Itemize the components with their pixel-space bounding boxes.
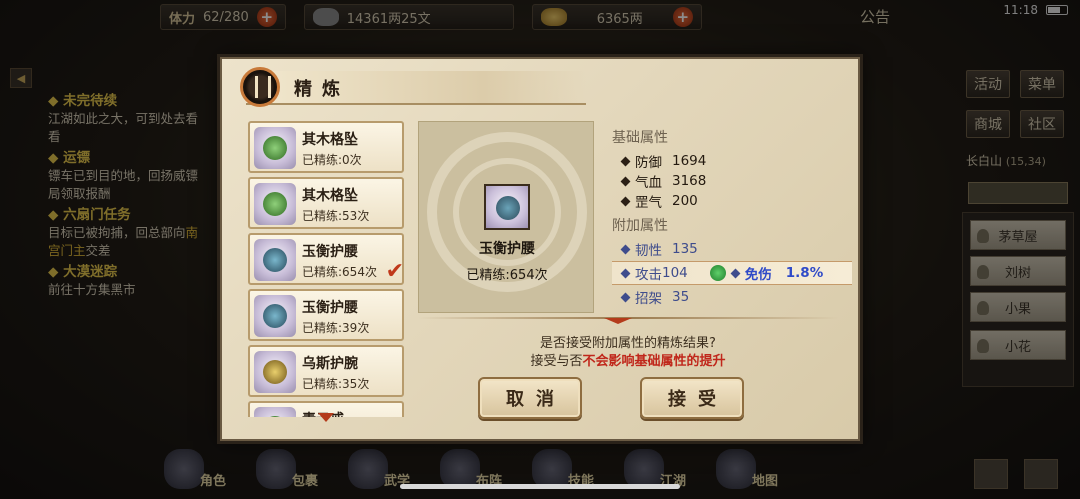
gem [263, 360, 287, 384]
accept-button[interactable]: 接受 [640, 377, 744, 419]
base-attr-row: 气血 3168 [620, 171, 852, 191]
belt-icon [254, 239, 296, 281]
checkmark-icon: ✔ [385, 259, 404, 284]
refine-emblem-icon [240, 67, 280, 107]
refine-result-row: 攻击 104 免伤 1.8% [612, 261, 852, 285]
bracer-icon [254, 351, 296, 393]
equipment-item[interactable]: 玉衡护腰 已精练:39次 [248, 289, 404, 341]
pendant-icon [254, 127, 296, 169]
confirm-prompt: 是否接受附加属性的精炼结果? 接受与否不会影响基础属性的提升 [530, 336, 726, 369]
gem [496, 196, 520, 220]
equipment-item-selected[interactable]: 玉衡护腰 已精练:654次 ✔ [248, 233, 404, 285]
dialog-title: 精炼 [294, 79, 350, 100]
gem [263, 136, 287, 160]
belt-icon [254, 295, 296, 337]
equipment-item[interactable]: 其木格坠 已精练:53次 [248, 177, 404, 229]
equipment-item[interactable]: 其木格坠 已精练:0次 [248, 121, 404, 173]
gem [263, 416, 287, 417]
base-attr-row: 罡气 200 [620, 191, 852, 211]
selected-belt-icon [484, 184, 530, 230]
attribute-panel: 基础属性 防御 1694 气血 3168 罡气 200 附加属性 韧性 135 攻击 10… [612, 127, 852, 307]
selected-item-refine-count: 已精练:654次 [466, 268, 548, 283]
extra-attr-row: 韧性 135 [620, 239, 852, 259]
divider-arrow-icon [604, 318, 632, 324]
base-attr-label: 基础属性 [612, 130, 668, 146]
base-attr-row: 防御 1694 [620, 151, 852, 171]
extra-attr-label: 附加属性 [612, 218, 668, 234]
selected-item-display: 玉衡护腰 已精练:654次 [418, 121, 594, 313]
ring-icon [254, 407, 296, 417]
cancel-button[interactable]: 取消 [478, 377, 582, 419]
new-attr-value: 1.8% [785, 265, 824, 281]
new-attr-name: 免伤 [744, 267, 772, 283]
pendant-icon [254, 183, 296, 225]
selected-item-name: 玉衡护腰 [479, 241, 535, 257]
swap-arrow-icon [709, 265, 726, 281]
gem [263, 304, 287, 328]
scroll-down-arrow-icon[interactable] [318, 413, 334, 422]
gem [263, 248, 287, 272]
home-indicator[interactable] [400, 484, 680, 489]
refine-dialog: 精炼 其木格坠 已精练:0次 其木格坠 已精练:53次 玉衡护腰 已精练:654… [220, 57, 860, 441]
equipment-item[interactable]: 乌斯护腕 已精练:35次 [248, 345, 404, 397]
gem [263, 192, 287, 216]
dialog-header: 精炼 [240, 67, 586, 107]
extra-attr-row: 招架 35 [620, 287, 852, 307]
equipment-list[interactable]: 其木格坠 已精练:0次 其木格坠 已精练:53次 玉衡护腰 已精练:654次 ✔… [246, 121, 406, 417]
